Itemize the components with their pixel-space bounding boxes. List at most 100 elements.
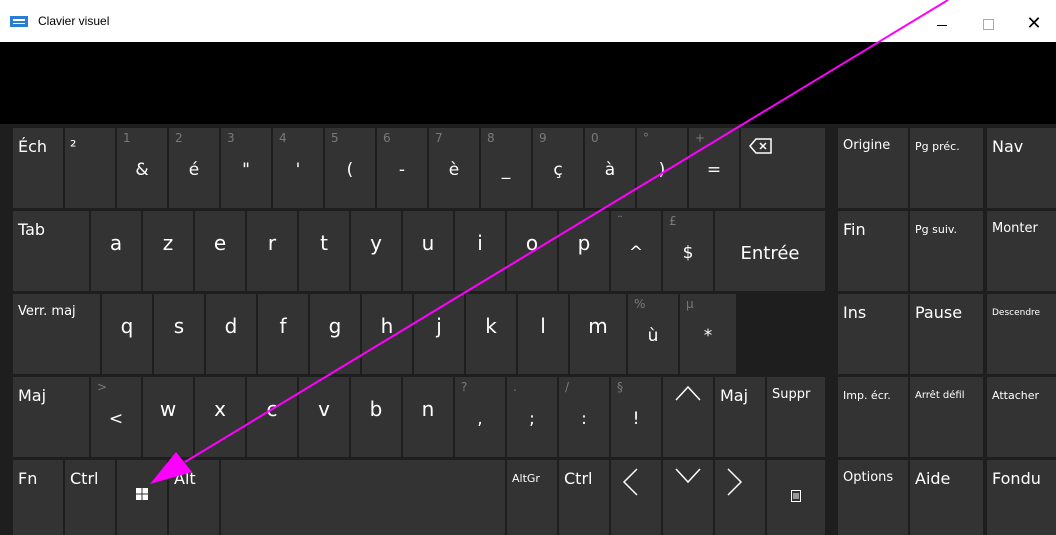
key-ctrl-right[interactable]: Ctrl [559,460,609,535]
key-tab[interactable]: Tab [13,211,89,291]
key-arrow-down[interactable] [663,460,713,535]
key-g[interactable]: g [310,294,360,374]
key-4[interactable]: 4 ' [273,128,323,208]
key-delete[interactable]: Suppr [767,377,825,457]
key-circumflex[interactable]: ¨ ^ [611,211,661,291]
key-right-paren[interactable]: °) [637,128,687,208]
key-primary: ^ [628,243,644,263]
key-pause[interactable]: Pause [910,294,983,374]
key-comma[interactable]: ?, [455,377,505,457]
key-ctrl-left[interactable]: Ctrl [65,460,115,535]
key-label: e [213,231,227,255]
window-title: Clavier visuel [38,14,110,28]
key-equals[interactable]: + = [689,128,739,208]
key-o[interactable]: o [507,211,557,291]
key-colon[interactable]: /: [559,377,609,457]
key-primary: & [135,160,149,180]
key-t[interactable]: t [299,211,349,291]
key-backspace[interactable] [741,128,825,208]
key-move-up[interactable]: Monter [987,211,1056,291]
key-label: Tab [18,220,46,239]
key-z[interactable]: z [143,211,193,291]
key-home[interactable]: Origine [838,128,908,208]
key-a[interactable]: a [91,211,141,291]
key-dock[interactable]: Attacher [987,377,1056,457]
key-7[interactable]: 7è [429,128,479,208]
key-enter[interactable]: Entrée [715,211,825,291]
maximize-button[interactable] [965,0,1011,42]
key-u[interactable]: u [403,211,453,291]
key-help[interactable]: Aide [910,460,983,535]
key-h[interactable]: h [362,294,412,374]
key-exclamation[interactable]: §! [611,377,661,457]
key-semicolon[interactable]: .; [507,377,557,457]
key-insert[interactable]: Ins [838,294,908,374]
key-superscript-two[interactable]: ² [65,128,115,208]
key-arrow-left[interactable] [611,460,661,535]
key-label: Monter [992,221,1038,236]
key-3[interactable]: 3 " [221,128,271,208]
key-k[interactable]: k [466,294,516,374]
key-alt[interactable]: Alt [169,460,219,535]
key-nav[interactable]: Nav [987,128,1056,208]
key-e[interactable]: e [195,211,245,291]
close-button[interactable]: ✕ [1011,0,1056,42]
key-w[interactable]: w [143,377,193,457]
key-l[interactable]: l [518,294,568,374]
key-0[interactable]: 0à [585,128,635,208]
key-c[interactable]: c [247,377,297,457]
key-v[interactable]: v [299,377,349,457]
key-secondary: 1 [123,131,131,145]
key-u-grave[interactable]: % ù [628,294,678,374]
key-primary: ) [658,160,666,180]
key-6[interactable]: 6- [377,128,427,208]
key-caps-lock[interactable]: Verr. maj [13,294,100,374]
key-windows[interactable] [117,460,167,535]
key-end[interactable]: Fin [838,211,908,291]
key-altgr[interactable]: AltGr [507,460,557,535]
key-less-than[interactable]: > < [91,377,141,457]
key-shift-right[interactable]: Maj [715,377,765,457]
key-5[interactable]: 5( [325,128,375,208]
key-primary: ; [529,409,535,429]
key-f[interactable]: f [258,294,308,374]
key-d[interactable]: d [206,294,256,374]
close-icon: ✕ [1026,12,1042,34]
key-9[interactable]: 9ç [533,128,583,208]
key-s[interactable]: s [154,294,204,374]
key-b[interactable]: b [351,377,401,457]
key-x[interactable]: x [195,377,245,457]
key-move-down[interactable]: Descendre [987,294,1056,374]
key-y[interactable]: y [351,211,401,291]
key-q[interactable]: q [102,294,152,374]
key-print-screen[interactable]: Imp. écr. [838,377,908,457]
key-r[interactable]: r [247,211,297,291]
key-fn[interactable]: Fn [13,460,63,535]
key-page-down[interactable]: Pg suiv. [910,211,983,291]
key-arrow-right[interactable] [715,460,765,535]
key-primary: è [448,160,460,180]
key-i[interactable]: i [455,211,505,291]
key-dollar[interactable]: £ $ [663,211,713,291]
key-label: a [109,231,123,255]
key-n[interactable]: n [403,377,453,457]
key-shift-left[interactable]: Maj [13,377,89,457]
key-page-up[interactable]: Pg préc. [910,128,983,208]
key-p[interactable]: p [559,211,609,291]
key-scroll-lock[interactable]: Arrêt défil [910,377,983,457]
key-space[interactable] [221,460,505,535]
key-asterisk[interactable]: µ * [680,294,736,374]
key-j[interactable]: j [414,294,464,374]
key-context-menu[interactable] [767,460,825,535]
key-arrow-up[interactable] [663,377,713,457]
key-fade[interactable]: Fondu [987,460,1056,535]
key-primary: - [398,160,406,180]
key-8[interactable]: 8 _ [481,128,531,208]
key-2[interactable]: 2é [169,128,219,208]
minimize-button[interactable] [919,0,965,42]
key-1[interactable]: 1 & [117,128,167,208]
key-label: h [380,314,394,338]
key-m[interactable]: m [570,294,626,374]
key-options[interactable]: Options [838,460,908,535]
key-escape[interactable]: Éch [13,128,63,208]
